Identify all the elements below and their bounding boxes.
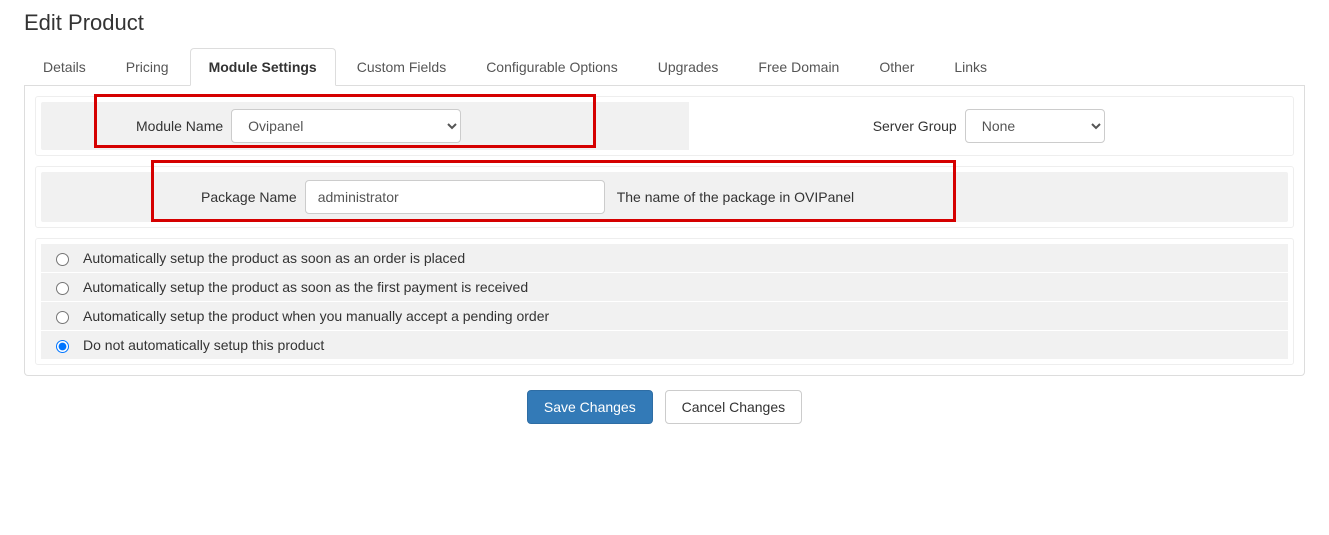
cancel-button[interactable]: Cancel Changes <box>665 390 803 424</box>
tab-content: Module Name Ovipanel Server Group None <box>24 86 1305 376</box>
tab-custom-fields[interactable]: Custom Fields <box>338 48 465 86</box>
setup-option-label-1: Automatically setup the product as soon … <box>83 279 528 295</box>
tab-other[interactable]: Other <box>860 48 933 86</box>
tab-details[interactable]: Details <box>24 48 105 86</box>
setup-option-label-3: Do not automatically setup this product <box>83 337 324 353</box>
setup-option-radio-1[interactable] <box>56 282 69 295</box>
setup-option-row[interactable]: Automatically setup the product as soon … <box>41 273 1288 302</box>
tab-links[interactable]: Links <box>935 48 1006 86</box>
auto-setup-section: Automatically setup the product as soon … <box>35 238 1294 365</box>
package-block: Package Name The name of the package in … <box>35 166 1294 228</box>
tabs: Details Pricing Module Settings Custom F… <box>24 48 1305 86</box>
module-name-select[interactable]: Ovipanel <box>231 109 461 143</box>
page-title: Edit Product <box>24 10 1305 36</box>
module-name-label: Module Name <box>136 118 223 134</box>
tab-module-settings[interactable]: Module Settings <box>190 48 336 86</box>
setup-option-radio-2[interactable] <box>56 311 69 324</box>
footer-buttons: Save Changes Cancel Changes <box>24 390 1305 424</box>
setup-option-radio-3[interactable] <box>56 340 69 353</box>
setup-option-row[interactable]: Automatically setup the product when you… <box>41 302 1288 331</box>
tab-configurable-options[interactable]: Configurable Options <box>467 48 637 86</box>
setup-option-row[interactable]: Do not automatically setup this product <box>41 331 1288 359</box>
setup-option-label-0: Automatically setup the product as soon … <box>83 250 465 266</box>
server-group-label: Server Group <box>873 118 957 134</box>
setup-option-row[interactable]: Automatically setup the product as soon … <box>41 244 1288 273</box>
save-button[interactable]: Save Changes <box>527 390 653 424</box>
module-server-block: Module Name Ovipanel Server Group None <box>35 96 1294 156</box>
server-group-select[interactable]: None <box>965 109 1105 143</box>
tab-free-domain[interactable]: Free Domain <box>739 48 858 86</box>
package-name-input[interactable] <box>305 180 605 214</box>
tab-upgrades[interactable]: Upgrades <box>639 48 738 86</box>
package-name-label: Package Name <box>201 189 297 205</box>
package-help-text: The name of the package in OVIPanel <box>617 189 854 205</box>
setup-option-label-2: Automatically setup the product when you… <box>83 308 549 324</box>
tab-pricing[interactable]: Pricing <box>107 48 188 86</box>
setup-option-radio-0[interactable] <box>56 253 69 266</box>
